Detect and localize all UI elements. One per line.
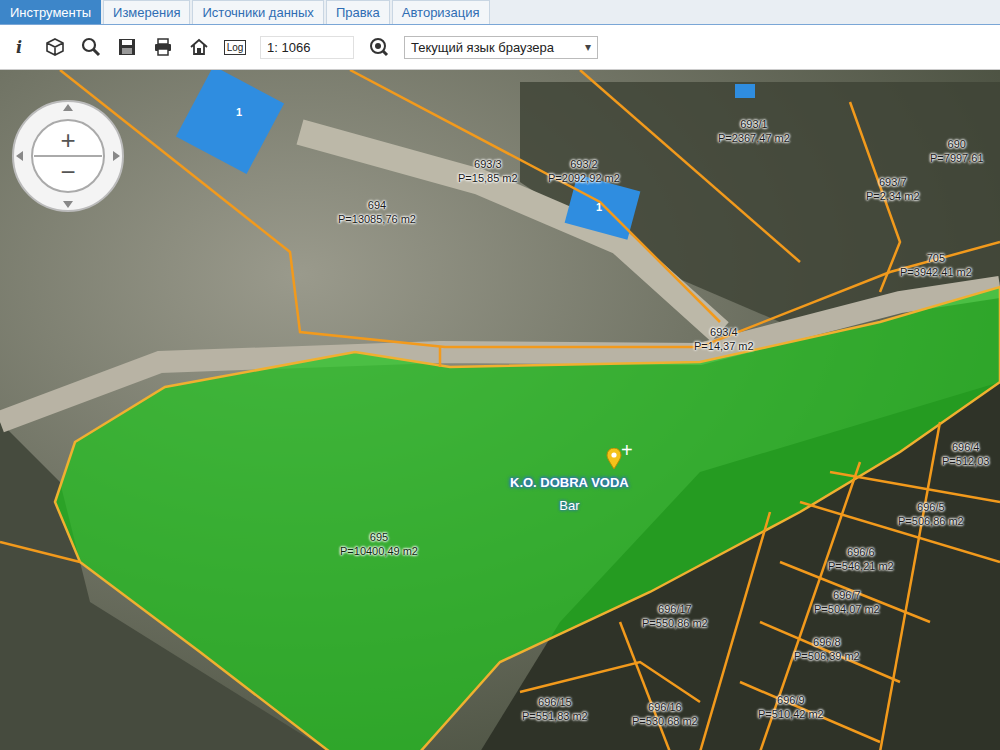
parcel-label[interactable]: 696/4P=512,03 xyxy=(942,440,989,468)
crosshair-icon: + xyxy=(621,440,633,460)
parcel-label[interactable]: 696/8P=506,39 m2 xyxy=(794,635,860,663)
parcel-area: P=15,85 m2 xyxy=(458,171,518,185)
parcel-label[interactable]: 696/9P=510,42 m2 xyxy=(758,693,824,721)
parcel-number: 693/3 xyxy=(458,157,518,171)
parcel-label[interactable]: 696/6P=546,21 m2 xyxy=(828,545,894,573)
tab[interactable]: Источники данных xyxy=(192,0,323,24)
print-icon-svg xyxy=(153,37,173,57)
parcel-label[interactable]: 693/2P=2092,92 m2 xyxy=(548,157,620,185)
parcel-695-area[interactable] xyxy=(55,287,1000,750)
info-icon[interactable]: i xyxy=(8,36,30,58)
dropdown-arrow: ▾ xyxy=(585,40,591,54)
parcel-area: P=512,03 xyxy=(942,454,989,468)
language-value: Текущий язык браузера xyxy=(411,40,554,55)
parcel-number: 693/1 xyxy=(718,117,790,131)
parcel-label[interactable]: 696/15P=551,83 m2 xyxy=(522,695,588,723)
parcel-area: P=506,39 m2 xyxy=(794,649,860,663)
parcel-number: 705 xyxy=(900,251,972,265)
parcel-label[interactable]: 693/4P=14,37 m2 xyxy=(694,325,754,353)
toolbar: i Log 1: 1066 Текущий язык браузера ▾ xyxy=(0,25,1000,70)
parcel-area: P=530,68 m2 xyxy=(632,714,698,728)
parcel-area: P=2367,47 m2 xyxy=(718,131,790,145)
parcel-number: 696/6 xyxy=(828,545,894,559)
navigation-control[interactable]: +− xyxy=(10,98,126,214)
parcel-number: 696/9 xyxy=(758,693,824,707)
parcel-area: P=506,86 m2 xyxy=(898,514,964,528)
parcel-number: 694 xyxy=(338,198,416,212)
parcel-label[interactable]: 695P=10400,49 m2 xyxy=(340,530,418,558)
zoom-out-button[interactable]: − xyxy=(43,160,93,184)
scale-search-icon-svg xyxy=(369,37,389,57)
parcel-label[interactable]: 690P=7997,61 xyxy=(930,137,984,165)
tab[interactable]: Инструменты xyxy=(0,0,101,24)
parcel-area: P=14,37 m2 xyxy=(694,339,754,353)
place-type: Bar xyxy=(559,498,579,513)
cube-icon-svg xyxy=(45,37,65,57)
cube-icon[interactable] xyxy=(44,36,66,58)
parcel-area: P=3942,41 m2 xyxy=(900,265,972,279)
tab[interactable]: Измерения xyxy=(103,0,190,24)
pan-ring-icon xyxy=(10,98,126,214)
parcel-number: 693/4 xyxy=(694,325,754,339)
parcel-number: 696/7 xyxy=(814,588,880,602)
building-label: 1 xyxy=(596,201,602,213)
zoom-in-button[interactable]: + xyxy=(43,128,93,152)
parcel-area: P=504,07 m2 xyxy=(814,602,880,616)
print-icon[interactable] xyxy=(152,36,174,58)
parcel-number: 696/15 xyxy=(522,695,588,709)
parcel-area: P=2092,92 m2 xyxy=(548,171,620,185)
parcel-number: 696/17 xyxy=(642,602,708,616)
parcel-label[interactable]: 705P=3942,41 m2 xyxy=(900,251,972,279)
parcel-label[interactable]: 696/16P=530,68 m2 xyxy=(632,700,698,728)
parcel-number: 696/16 xyxy=(632,700,698,714)
scale-field[interactable]: 1: 1066 xyxy=(260,36,354,59)
parcel-number: 696/4 xyxy=(942,440,989,454)
home-icon[interactable] xyxy=(188,36,210,58)
place-label[interactable]: K.O. DOBRA VODA Bar xyxy=(510,475,629,513)
parcel-area: P=551,83 m2 xyxy=(522,709,588,723)
parcel-label[interactable]: 696/7P=504,07 m2 xyxy=(814,588,880,616)
save-icon[interactable] xyxy=(116,36,138,58)
scale-search-icon[interactable] xyxy=(368,36,390,58)
parcel-label[interactable]: 694P=13085,76 m2 xyxy=(338,198,416,226)
parcel-label[interactable]: 696/17P=550,86 m2 xyxy=(642,602,708,630)
map-view[interactable]: 11693/3P=15,85 m2693/2P=2092,92 m2693/1P… xyxy=(0,70,1000,750)
tab-bar: ИнструментыИзмеренияИсточники данныхПрав… xyxy=(0,0,1000,25)
parcel-label[interactable]: 693/1P=2367,47 m2 xyxy=(718,117,790,145)
place-name: K.O. DOBRA VODA xyxy=(510,475,629,490)
parcel-number: 695 xyxy=(340,530,418,544)
parcel-area: P=10400,49 m2 xyxy=(340,544,418,558)
parcel-label[interactable]: 693/3P=15,85 m2 xyxy=(458,157,518,185)
log-label: Log xyxy=(224,40,247,55)
parcel-area: P=550,86 m2 xyxy=(642,616,708,630)
parcel-area: P=546,21 m2 xyxy=(828,559,894,573)
parcel-label[interactable]: 696/5P=506,86 m2 xyxy=(898,500,964,528)
parcel-area: P=510,42 m2 xyxy=(758,707,824,721)
zoom-icon[interactable] xyxy=(80,36,102,58)
parcel-number: 693/2 xyxy=(548,157,620,171)
save-icon-svg xyxy=(117,37,137,57)
parcel-area: P=2,34 m2 xyxy=(866,189,920,203)
parcel-number: 696/8 xyxy=(794,635,860,649)
location-pin-icon[interactable] xyxy=(606,448,622,470)
parcel-number: 690 xyxy=(930,137,984,151)
parcel-number: 696/5 xyxy=(898,500,964,514)
zoom-icon-svg xyxy=(81,37,101,57)
parcel-area: P=7997,61 xyxy=(930,151,984,165)
parcel-number: 693/7 xyxy=(866,175,920,189)
building-label: 1 xyxy=(236,106,242,118)
home-icon-svg xyxy=(189,37,209,57)
parcel-label[interactable]: 693/7P=2,34 m2 xyxy=(866,175,920,203)
log-icon[interactable]: Log xyxy=(224,36,246,58)
tab[interactable]: Авторизация xyxy=(392,0,490,24)
language-dropdown[interactable]: Текущий язык браузера ▾ xyxy=(404,36,598,59)
tab[interactable]: Правка xyxy=(326,0,390,24)
parcel-area: P=13085,76 m2 xyxy=(338,212,416,226)
